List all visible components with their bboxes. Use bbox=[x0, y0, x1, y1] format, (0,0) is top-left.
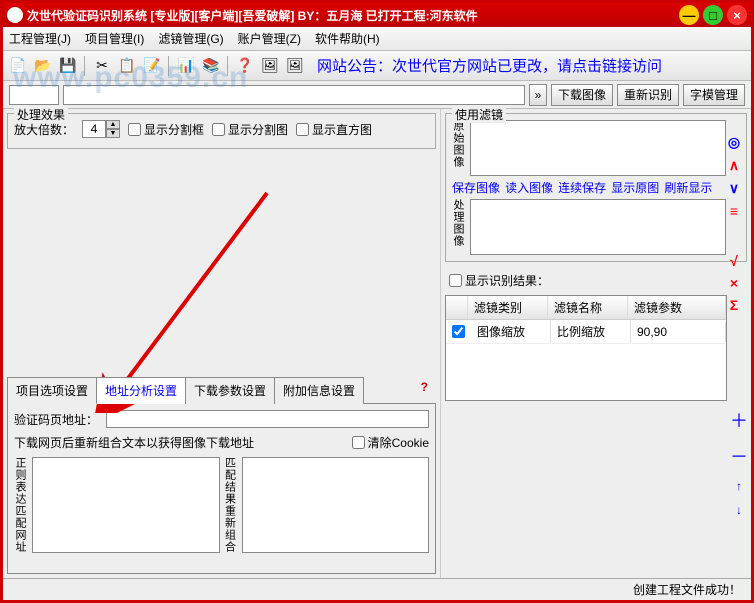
add-filter-icon[interactable]: ＋ bbox=[730, 407, 748, 433]
spin-down-icon[interactable]: ▼ bbox=[106, 129, 120, 138]
minimize-button[interactable]: — bbox=[679, 5, 699, 25]
toolbar-open-icon[interactable]: 📂 bbox=[32, 55, 54, 77]
toolbar-new-icon[interactable]: 📄 bbox=[7, 55, 29, 77]
row-checkbox[interactable] bbox=[452, 325, 465, 338]
menu-project[interactable]: 工程管理(J) bbox=[9, 30, 71, 47]
match-label: 匹配结果重新组合 bbox=[224, 457, 238, 553]
toolbar-copy-icon[interactable]: 📋 bbox=[116, 55, 138, 77]
side-sigma-icon[interactable]: Σ bbox=[730, 297, 738, 313]
ck-splitbox[interactable] bbox=[128, 123, 141, 136]
table-row[interactable]: 图像缩放 比例缩放 90,90 bbox=[446, 320, 726, 344]
move-down-icon[interactable]: ↓ bbox=[736, 503, 742, 517]
link-save-image[interactable]: 保存图像 bbox=[452, 181, 500, 195]
side-check-icon[interactable]: √ bbox=[730, 253, 738, 269]
toolbar-help-icon[interactable]: ❓ bbox=[234, 55, 256, 77]
regex-label: 正则表达匹配网址 bbox=[14, 457, 28, 553]
processed-image-box bbox=[470, 199, 726, 255]
zoom-label: 放大倍数： bbox=[14, 121, 74, 138]
toolbar-cut-icon[interactable]: ✂ bbox=[91, 55, 113, 77]
tab-project-options[interactable]: 项目选项设置 bbox=[7, 377, 97, 404]
close-button[interactable]: × bbox=[727, 5, 747, 25]
menu-account[interactable]: 账户管理(Z) bbox=[238, 30, 301, 47]
announcement-link[interactable]: 网站公告：次世代官方网站已更改，请点击链接访问 bbox=[317, 55, 662, 76]
rebuild-label: 下载网页后重新组合文本以获得图像下载地址 bbox=[14, 434, 254, 451]
status-text: 创建工程文件成功！ bbox=[633, 581, 741, 598]
ck-show-result[interactable] bbox=[449, 274, 462, 287]
url-input[interactable] bbox=[63, 85, 525, 105]
menu-filter[interactable]: 滤镜管理(G) bbox=[158, 30, 223, 47]
col-category[interactable]: 滤镜类别 bbox=[468, 296, 548, 319]
menu-help[interactable]: 软件帮助(H) bbox=[315, 30, 380, 47]
processed-image-label: 处理图像 bbox=[452, 199, 466, 255]
tab-extra-info[interactable]: 附加信息设置 bbox=[274, 377, 364, 404]
filter-table: 滤镜类别 滤镜名称 滤镜参数 图像缩放 比例缩放 90,90 bbox=[445, 295, 727, 401]
tab-help-icon[interactable]: ? bbox=[413, 376, 436, 403]
link-load-image[interactable]: 读入图像 bbox=[505, 181, 553, 195]
menu-item[interactable]: 项目管理(I) bbox=[85, 30, 144, 47]
col-name[interactable]: 滤镜名称 bbox=[548, 296, 628, 319]
side-down-icon[interactable]: ∨ bbox=[729, 180, 739, 197]
combo-small[interactable] bbox=[9, 85, 59, 105]
toolbar-image2-icon[interactable]: 🖼 bbox=[284, 55, 306, 77]
original-image-box bbox=[470, 120, 726, 176]
remove-filter-icon[interactable]: － bbox=[730, 443, 748, 469]
link-show-orig[interactable]: 显示原图 bbox=[611, 181, 659, 195]
move-up-icon[interactable]: ↑ bbox=[736, 479, 742, 493]
toolbar-books-icon[interactable]: 📚 bbox=[200, 55, 222, 77]
tab-address-analysis[interactable]: 地址分析设置 bbox=[96, 377, 186, 404]
ck-clear-cookie[interactable] bbox=[352, 436, 365, 449]
tab-download-params[interactable]: 下载参数设置 bbox=[185, 377, 275, 404]
side-x-icon[interactable]: × bbox=[730, 275, 738, 291]
zoom-input[interactable] bbox=[82, 120, 106, 138]
app-icon bbox=[7, 7, 23, 23]
spin-up-icon[interactable]: ▲ bbox=[106, 120, 120, 129]
toolbar-image1-icon[interactable]: 🖼 bbox=[259, 55, 281, 77]
download-image-button[interactable]: 下载图像 bbox=[551, 84, 613, 106]
regex-input[interactable] bbox=[32, 457, 220, 553]
col-param[interactable]: 滤镜参数 bbox=[628, 296, 726, 319]
use-filter-title: 使用滤镜 bbox=[452, 106, 506, 123]
original-image-label: 原始图像 bbox=[452, 120, 466, 176]
effect-group-title: 处理效果 bbox=[14, 106, 68, 123]
captcha-url-label: 验证码页地址： bbox=[14, 411, 98, 428]
ck-splitimg[interactable] bbox=[212, 123, 225, 136]
toolbar-chart-icon[interactable]: 📊 bbox=[175, 55, 197, 77]
link-refresh[interactable]: 刷新显示 bbox=[664, 181, 712, 195]
go-button[interactable]: » bbox=[529, 84, 547, 106]
side-circle-icon[interactable]: ◎ bbox=[728, 134, 740, 151]
preview-canvas bbox=[7, 153, 436, 376]
window-title: 次世代验证码识别系统 [专业版][客户端][吾爱破解] BY：五月海 已打开工程… bbox=[27, 7, 478, 24]
ck-histogram[interactable] bbox=[296, 123, 309, 136]
font-manage-button[interactable]: 字模管理 bbox=[683, 84, 745, 106]
link-cont-save[interactable]: 连续保存 bbox=[558, 181, 606, 195]
toolbar-paste-icon[interactable]: 📝 bbox=[141, 55, 163, 77]
side-list-icon[interactable]: ≡ bbox=[730, 203, 738, 219]
match-input[interactable] bbox=[242, 457, 430, 553]
side-up-icon[interactable]: ∧ bbox=[729, 157, 739, 174]
re-recognize-button[interactable]: 重新识别 bbox=[617, 84, 679, 106]
maximize-button[interactable]: □ bbox=[703, 5, 723, 25]
toolbar-save-icon[interactable]: 💾 bbox=[57, 55, 79, 77]
